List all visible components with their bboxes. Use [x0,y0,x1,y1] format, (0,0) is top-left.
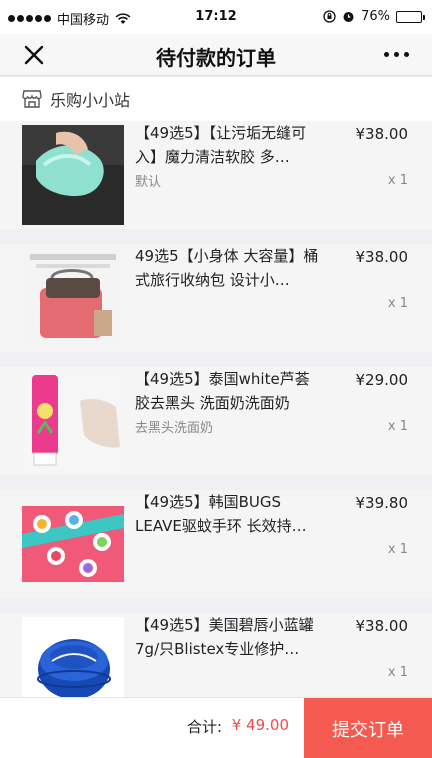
total-amount: ¥ 49.00 [231,716,289,734]
product-price: ¥38.00 [355,617,409,635]
nav-bar: 待付款的订单 [0,34,432,76]
product-quantity: x 1 [387,542,408,557]
checkout-bar: 合计: ¥ 49.00 提交订单 [0,697,432,758]
battery-icon [396,10,425,23]
product-title: 【49选5】泰国white芦荟胶去黑头 洗面奶洗面奶 [135,370,310,412]
order-item[interactable]: 【49选5】韩国BUGS LEAVE驱蚊手环 长效持久3… ¥39.80 x 1 [0,490,432,598]
product-thumbnail-travel-bag [22,248,124,348]
product-title: 【49选5】韩国BUGS LEAVE驱蚊手环 长效持久3… [135,493,307,535]
order-item[interactable]: 【49选5】泰国white芦荟胶去黑头 洗面奶洗面奶 去黑头洗面奶 ¥29.00… [0,367,432,475]
status-right: 76% [323,9,425,24]
product-title: 49选5【小身体 大容量】桶式旅行收纳包 设计小… [135,247,319,289]
shop-header[interactable]: 乐购小小站 [0,77,432,121]
product-price: ¥29.00 [355,371,409,389]
submit-order-button[interactable]: 提交订单 [304,698,432,758]
product-price: ¥38.00 [355,125,409,143]
alarm-icon [343,12,354,22]
product-quantity: x 1 [387,296,408,311]
shop-name: 乐购小小站 [50,91,131,110]
product-quantity: x 1 [387,419,408,434]
product-spec: 默认 [135,175,162,190]
status-bar: 中国移动 17:12 76% [0,0,432,34]
orientation-lock-icon [323,10,336,23]
product-spec: 去黑头洗面奶 [135,421,214,436]
product-quantity: x 1 [387,173,408,188]
product-thumbnail-mosquito-band [22,494,124,594]
order-item[interactable]: 49选5【小身体 大容量】桶式旅行收纳包 设计小… ¥38.00 x 1 [0,244,432,352]
store-icon [22,90,42,108]
order-item[interactable]: 【49选5】【让污垢无缝可入】魔力清洁软胶 多… 默认 ¥38.00 x 1 [0,121,432,229]
product-quantity: x 1 [387,665,408,680]
battery-percent: 76% [361,9,390,24]
product-thumbnail-cleaning-gel [22,125,124,225]
product-title: 【49选5】【让污垢无缝可入】魔力清洁软胶 多… [135,124,307,166]
page-title: 待付款的订单 [156,46,276,70]
total-label: 合计: [186,718,222,736]
product-price: ¥39.80 [355,494,409,512]
product-price: ¥38.00 [355,248,409,266]
more-options-icon[interactable] [384,44,414,64]
product-thumbnail-aloe-cleanser [22,371,124,471]
product-title: 【49选5】美国碧唇小蓝罐7g/只Blistex专业修护… [135,616,314,658]
